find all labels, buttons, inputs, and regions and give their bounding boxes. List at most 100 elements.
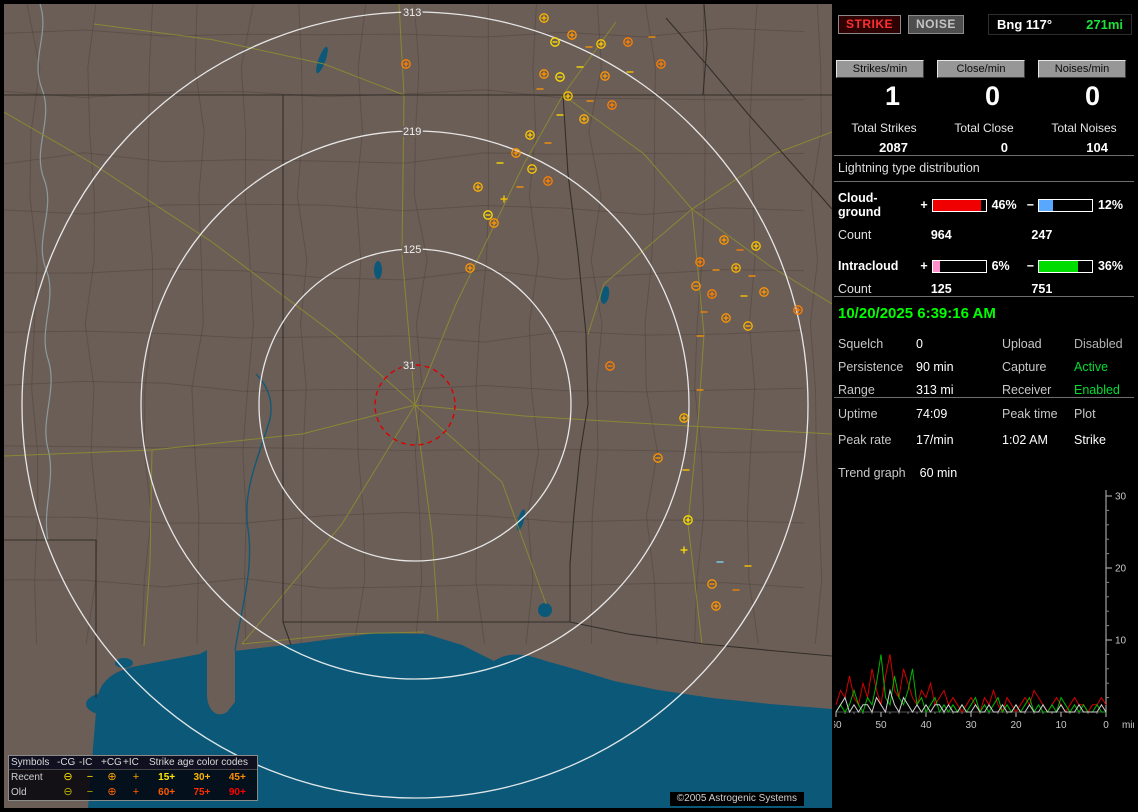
legend-col-neg-ic: -IC [79,757,93,768]
peak-time-value: 1:02 AM [1002,433,1048,447]
svg-text:10: 10 [1115,636,1127,647]
intracloud-label: Intracloud [838,259,899,273]
total-close-label: Total Close [954,121,1014,135]
noises-rate-value: 0 [1084,81,1100,111]
upload-status: Disabled [1074,337,1123,351]
svg-text:20: 20 [1115,564,1127,575]
persistence-value: 90 min [916,360,954,374]
receiver-label: Receiver [1002,383,1052,397]
total-strikes-value: 2087 [879,140,908,155]
cg-negative-bar [1038,198,1093,212]
age-code: 30+ [193,772,211,783]
svg-text:60: 60 [834,720,842,731]
plus-sign: + [920,259,928,273]
ring-label: 125 [403,244,421,256]
ring-label: 31 [403,360,415,372]
receiver-status: Enabled [1074,383,1120,397]
count-label: Count [838,228,872,242]
cg-negative-count: 247 [1031,228,1053,242]
trend-graph-row: Trend graph 60 min [838,466,1130,480]
copyright-label: ©2005 Astrogenic Systems [669,792,804,806]
svg-text:30: 30 [1115,492,1127,503]
plot-value: Strike [1074,433,1106,447]
age-code: 60+ [158,787,176,798]
legend-col-pos-ic: +IC [123,757,139,768]
distance-value: 271mi [1086,17,1123,32]
total-close-value: 0 [1000,140,1008,155]
neg-cg-symbol: ⊖ [63,771,73,783]
sidebar: STRIKE NOISE Bng 117° 271mi Strikes/min … [830,4,1138,808]
peak-time-label: Peak time [1002,407,1058,421]
ic-positive-bar [931,259,987,273]
strikes-per-min-button[interactable]: Strikes/min [836,60,924,78]
cloud-ground-count-row: Count 964 247 [838,228,1132,242]
strike-map[interactable]: 313 219 125 31 [4,4,832,808]
pos-ic-symbol: + [132,786,140,798]
ring-label: 313 [403,7,421,19]
legend-col-neg-cg: -CG [57,757,76,768]
ic-negative-pct: 36% [1097,259,1124,273]
bearing-value: Bng 117° [997,17,1053,32]
cg-negative-pct: 12% [1097,198,1124,212]
status-grid: Squelch 0 Upload Disabled Persistence 90… [838,337,1130,397]
neg-cg-symbol: ⊖ [63,786,73,798]
uptime-label: Uptime [838,407,878,421]
trend-graph-label: Trend graph [838,466,906,480]
neg-ic-symbol: − [86,786,94,798]
range-value: 313 mi [916,383,954,397]
total-labels-row: Total Strikes Total Close Total Noises [834,121,1134,135]
age-code: 45+ [228,772,246,783]
divider [834,296,1134,297]
close-rate-value: 0 [984,81,1000,111]
cg-positive-count: 964 [930,228,952,242]
mode-toolbar: STRIKE NOISE Bng 117° 271mi [838,14,1132,35]
cloud-ground-label: Cloud-ground [838,191,882,219]
noises-per-min-button[interactable]: Noises/min [1038,60,1126,78]
noise-mode-button[interactable]: NOISE [908,15,964,34]
legend-age-title: Strike age color codes [149,757,248,768]
ic-negative-bar [1038,259,1093,273]
age-code: 75+ [193,787,211,798]
peak-rate-label: Peak rate [838,433,892,447]
total-values-row: 2087 0 104 [834,140,1134,155]
close-per-min-button[interactable]: Close/min [937,60,1025,78]
map-panel[interactable]: 313 219 125 31 Symbols -CG -IC +CG +IC Stri… [4,4,832,808]
rate-buttons-row: Strikes/min Close/min Noises/min [836,60,1126,78]
trend-graph: 10 20 30 60 50 40 30 20 10 0 min [830,490,1138,731]
ic-positive-pct: 6% [991,259,1010,273]
legend-col-pos-cg: +CG [101,757,122,768]
session-grid: Uptime 74:09 Peak time Plot Peak rate 17… [838,407,1130,447]
pos-cg-symbol: ⊕ [107,786,117,798]
svg-text:40: 40 [920,720,932,731]
trend-series-noise [835,688,1107,714]
total-noises-value: 104 [1086,140,1108,155]
legend-body: Recent ⊖ − ⊕ +15+ 30+ 45+ Old ⊖ − ⊕ +60+ 75+ 90+ [9,770,257,800]
distribution-title: Lightning type distribution [838,161,980,175]
range-label: Range [838,383,875,397]
count-label: Count [838,282,872,296]
rate-values-row: 1 0 0 [834,81,1134,112]
ring-label: 219 [403,126,421,138]
minus-sign: − [1026,259,1034,273]
uptime-value: 74:09 [916,407,948,421]
minus-sign: − [1026,198,1034,212]
svg-text:10: 10 [1055,720,1067,731]
ic-negative-count: 751 [1031,282,1053,296]
squelch-value: 0 [916,337,923,351]
total-noises-label: Total Noises [1051,121,1117,135]
svg-text:min: min [1122,720,1134,731]
squelch-label: Squelch [838,337,884,351]
legend-row: Recent ⊖ − ⊕ +15+ 30+ 45+ [11,771,246,783]
intracloud-count-row: Count 125 751 [838,282,1132,296]
age-code: 90+ [228,787,246,798]
strike-mode-button[interactable]: STRIKE [838,15,902,34]
svg-text:0: 0 [1103,720,1109,731]
intracloud-row: Intracloud + 6% − 36% [838,259,1132,273]
svg-text:30: 30 [965,720,977,731]
persistence-label: Persistence [838,360,904,374]
neg-ic-symbol: − [86,771,94,783]
nexstorm-window: 313 219 125 31 Symbols -CG -IC +CG +IC Stri… [0,0,1138,812]
cg-positive-pct: 46% [991,198,1017,212]
strikes-rate-value: 1 [884,81,900,111]
capture-status: Active [1074,360,1109,374]
